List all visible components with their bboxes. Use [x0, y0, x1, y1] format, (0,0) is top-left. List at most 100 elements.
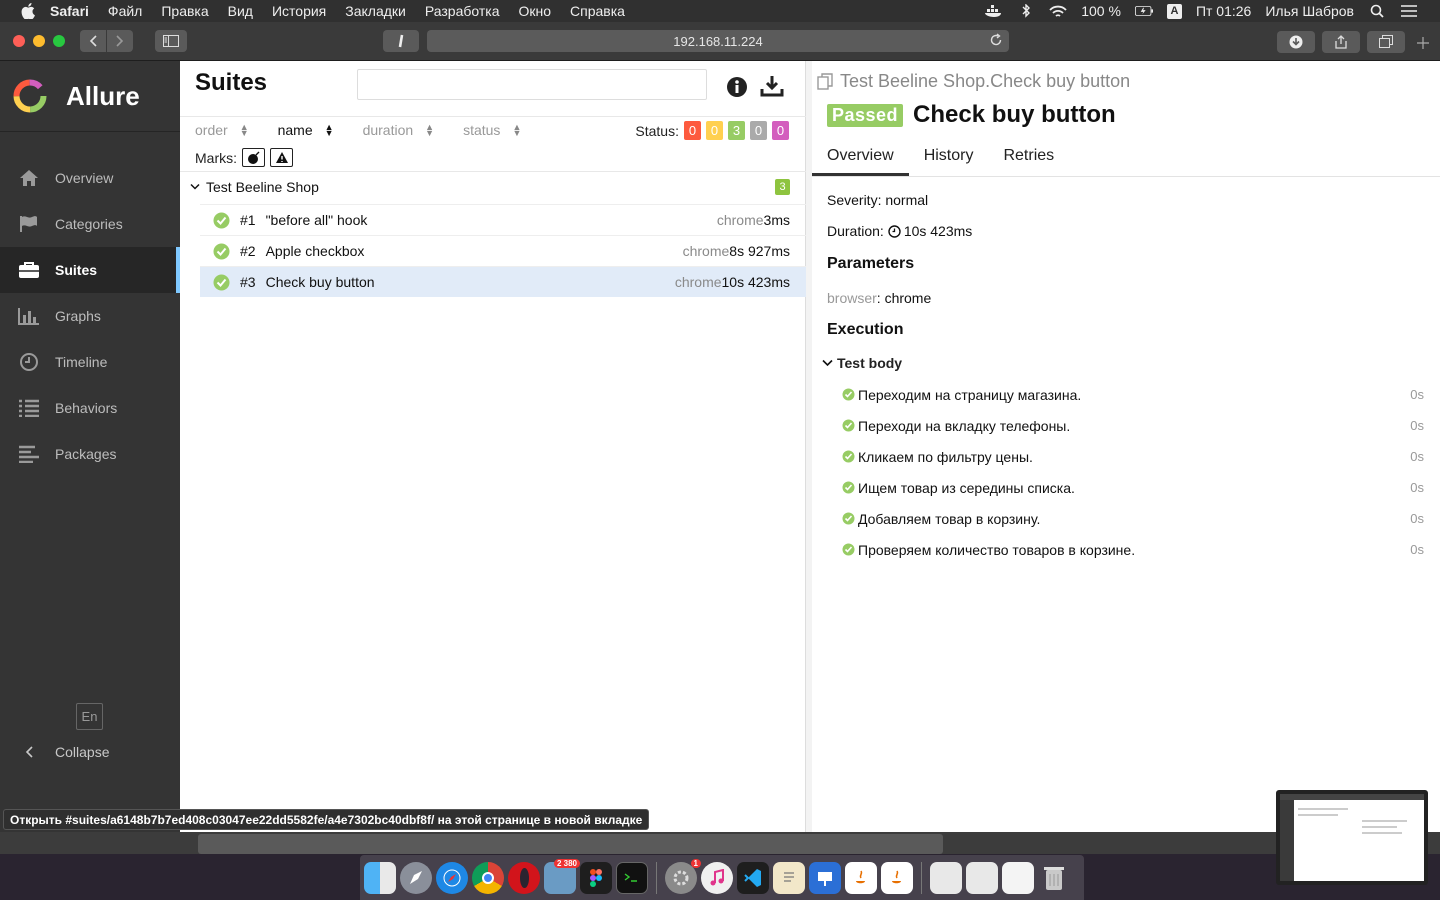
step-row[interactable]: Кликаем по фильтру цены. 0s	[842, 441, 1424, 472]
language-button[interactable]: En	[76, 703, 103, 730]
opera-icon[interactable]	[508, 861, 540, 894]
keyboard-layout-badge[interactable]: A	[1166, 3, 1182, 19]
test-row[interactable]: #2 Apple checkbox chrome 8s 927ms	[200, 235, 806, 266]
menu-file[interactable]: Файл	[108, 3, 142, 19]
dock-separator	[921, 861, 922, 894]
wifi-icon[interactable]	[1049, 4, 1067, 18]
tab-retries[interactable]: Retries	[988, 145, 1069, 176]
bluetooth-icon[interactable]	[1017, 4, 1035, 18]
document-stack-icon[interactable]	[930, 861, 962, 894]
suite-group-row[interactable]: Test Beeline Shop 3	[190, 179, 790, 195]
brand[interactable]: Allure	[0, 61, 180, 132]
status-failed-toggle[interactable]: 0	[684, 121, 701, 140]
spotlight-search-icon[interactable]	[1368, 4, 1386, 18]
step-group-test-body[interactable]: Test body	[822, 355, 902, 371]
test-name: Apple checkbox	[265, 243, 365, 259]
step-row[interactable]: Переходим на страницу магазина. 0s	[842, 379, 1424, 410]
search-input[interactable]	[357, 69, 707, 100]
status-broken-toggle[interactable]: 0	[706, 121, 723, 140]
finder-icon[interactable]	[364, 861, 396, 894]
figma-icon[interactable]	[580, 861, 612, 894]
sort-order[interactable]: order ▲ ▼	[195, 122, 249, 138]
keynote-icon[interactable]	[809, 861, 841, 894]
clock-icon	[18, 352, 40, 372]
downloads-button[interactable]	[1277, 31, 1315, 53]
png-file-icon[interactable]	[966, 861, 998, 894]
share-button[interactable]	[1322, 31, 1360, 53]
test-row[interactable]: #1 "before all" hook chrome 3ms	[200, 204, 806, 235]
mark-new-failed-toggle[interactable]	[270, 148, 293, 167]
textedit-icon[interactable]	[773, 861, 805, 894]
itunes-icon[interactable]	[701, 861, 733, 894]
menu-window[interactable]: Окно	[518, 3, 551, 19]
tabs-overview-button[interactable]	[1367, 31, 1405, 53]
menu-bookmarks[interactable]: Закладки	[345, 3, 406, 19]
menu-edit[interactable]: Правка	[161, 3, 208, 19]
java-launcher-icon[interactable]	[881, 861, 913, 894]
reader-button[interactable]	[383, 30, 419, 52]
apple-menu-icon[interactable]	[20, 3, 36, 19]
sidebar-item-overview[interactable]: Overview	[0, 155, 180, 201]
sidebar-item-timeline[interactable]: Timeline	[0, 339, 180, 385]
status-unknown-toggle[interactable]: 0	[772, 121, 789, 140]
address-bar[interactable]: 192.168.11.224	[427, 30, 1009, 52]
menubar-clock[interactable]: Пт 01:26	[1196, 3, 1251, 19]
sidebar-item-graphs[interactable]: Graphs	[0, 293, 180, 339]
sidebar-item-categories[interactable]: Categories	[0, 201, 180, 247]
step-row[interactable]: Добавляем товар в корзину. 0s	[842, 503, 1424, 534]
status-skipped-toggle[interactable]: 0	[750, 121, 767, 140]
system-preferences-icon[interactable]: 1	[665, 858, 701, 894]
menu-history[interactable]: История	[272, 3, 326, 19]
back-button[interactable]	[80, 30, 106, 52]
test-meta: chrome 10s 423ms	[675, 274, 790, 290]
new-tab-button[interactable]	[1412, 32, 1434, 54]
launchpad-icon[interactable]	[400, 861, 432, 894]
trash-icon[interactable]	[1038, 862, 1070, 894]
copy-icon[interactable]	[817, 73, 834, 90]
test-number: #2	[240, 243, 256, 259]
tab-history[interactable]: History	[909, 145, 989, 176]
window-minimize-button[interactable]	[33, 35, 45, 47]
passed-check-icon	[842, 419, 855, 432]
window-close-button[interactable]	[13, 35, 25, 47]
horizontal-scrollbar[interactable]	[198, 834, 943, 854]
terminal-icon[interactable]	[616, 861, 648, 894]
address-url: 192.168.11.224	[673, 33, 763, 49]
safari-icon[interactable]	[436, 861, 468, 894]
battery-icon[interactable]	[1134, 4, 1153, 18]
notification-center-icon[interactable]	[1400, 4, 1418, 18]
blank-file-icon[interactable]	[1002, 861, 1034, 894]
menu-view[interactable]: Вид	[228, 3, 253, 19]
menubar-user[interactable]: Илья Шабров	[1265, 3, 1354, 19]
sidebar-item-suites[interactable]: Suites	[0, 247, 180, 293]
docker-icon[interactable]	[985, 4, 1003, 18]
chrome-icon[interactable]	[472, 861, 504, 894]
sort-duration[interactable]: duration ▲ ▼	[363, 122, 435, 138]
menu-develop[interactable]: Разработка	[425, 3, 500, 19]
mark-flaky-toggle[interactable]	[242, 148, 265, 167]
menu-app-safari[interactable]: Safari	[50, 3, 89, 19]
collapse-button[interactable]: Collapse	[18, 744, 109, 760]
screenshot-thumbnail[interactable]	[1276, 790, 1428, 885]
sidebar-item-behaviors[interactable]: Behaviors	[0, 385, 180, 431]
step-row[interactable]: Проверяем количество товаров в корзине. …	[842, 534, 1424, 565]
brand-name: Allure	[66, 80, 140, 111]
reload-icon[interactable]	[989, 33, 1003, 47]
sidebar-toggle-button[interactable]	[155, 30, 187, 52]
vscode-icon[interactable]	[737, 861, 769, 894]
step-row[interactable]: Ищем товар из середины списка. 0s	[842, 472, 1424, 503]
menu-help[interactable]: Справка	[570, 3, 625, 19]
status-passed-toggle[interactable]: 3	[728, 121, 745, 140]
window-zoom-button[interactable]	[53, 35, 65, 47]
java-icon[interactable]	[845, 861, 877, 894]
info-button[interactable]	[726, 76, 748, 101]
forward-button[interactable]	[107, 30, 133, 52]
sort-status[interactable]: status ▲ ▼	[463, 122, 521, 138]
tab-overview[interactable]: Overview	[812, 145, 909, 176]
step-row[interactable]: Переходи на вкладку телефоны. 0s	[842, 410, 1424, 441]
mail-preview-icon[interactable]: 2 380	[544, 858, 580, 894]
test-row-selected[interactable]: #3 Check buy button chrome 10s 423ms	[200, 266, 806, 297]
sort-name[interactable]: name ▲ ▼	[278, 122, 334, 138]
sidebar-item-packages[interactable]: Packages	[0, 431, 180, 477]
download-button[interactable]	[760, 74, 784, 101]
